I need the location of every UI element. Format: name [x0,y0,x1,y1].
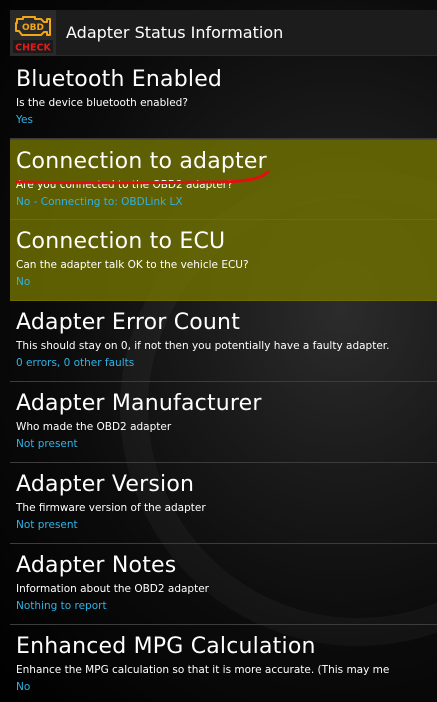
list-item-connection-to-adapter[interactable]: Connection to adapter Are you connected … [10,139,437,220]
item-value: 0 errors, 0 other faults [16,357,135,369]
page-title: Adapter Status Information [66,23,284,42]
list-item-enhanced-mpg-calculation[interactable]: Enhanced MPG Calculation Enhance the MPG… [10,625,437,702]
item-description: Can the adapter talk OK to the vehicle E… [16,259,249,271]
status-list: Bluetooth Enabled Is the device bluetoot… [10,58,437,702]
item-title: Adapter Manufacturer [16,391,262,416]
item-value: Not present [16,438,78,450]
item-title: Enhanced MPG Calculation [16,634,316,659]
item-description: The firmware version of the adapter [16,502,206,514]
item-description: Who made the OBD2 adapter [16,421,172,433]
list-item-adapter-notes[interactable]: Adapter Notes Information about the OBD2… [10,544,437,625]
list-item-bluetooth-enabled[interactable]: Bluetooth Enabled Is the device bluetoot… [10,58,437,139]
list-item-adapter-error-count[interactable]: Adapter Error Count This should stay on … [10,301,437,382]
icon-text-check: CHECK [15,42,51,53]
item-description: This should stay on 0, if not then you p… [16,340,390,352]
item-value: No [16,681,31,693]
item-title: Adapter Error Count [16,310,241,335]
item-title: Connection to adapter [16,149,267,174]
title-bar: OBD CHECK Adapter Status Information [10,9,437,56]
list-item-connection-to-ecu[interactable]: Connection to ECU Can the adapter talk O… [10,220,437,301]
item-value: Not present [16,519,78,531]
item-description: Enhance the MPG calculation so that it i… [16,664,390,676]
list-item-adapter-manufacturer[interactable]: Adapter Manufacturer Who made the OBD2 a… [10,382,437,463]
item-description: Information about the OBD2 adapter [16,583,209,595]
item-title: Adapter Notes [16,553,177,578]
list-item-adapter-version[interactable]: Adapter Version The firmware version of … [10,463,437,544]
item-value: Yes [16,114,33,126]
item-value: No - Connecting to: OBDLink LX [16,196,183,208]
item-title: Connection to ECU [16,229,226,254]
icon-text-obd: OBD [22,23,44,33]
screen: OBD CHECK Adapter Status Information Blu… [0,0,437,702]
item-title: Adapter Version [16,472,195,497]
item-value: No [16,276,31,288]
item-description: Is the device bluetooth enabled? [16,97,188,109]
item-title: Bluetooth Enabled [16,67,223,92]
item-value: Nothing to report [16,600,107,612]
item-description: Are you connected to the OBD2 adapter? [16,179,233,191]
obd-check-engine-icon[interactable]: OBD CHECK [10,9,56,56]
